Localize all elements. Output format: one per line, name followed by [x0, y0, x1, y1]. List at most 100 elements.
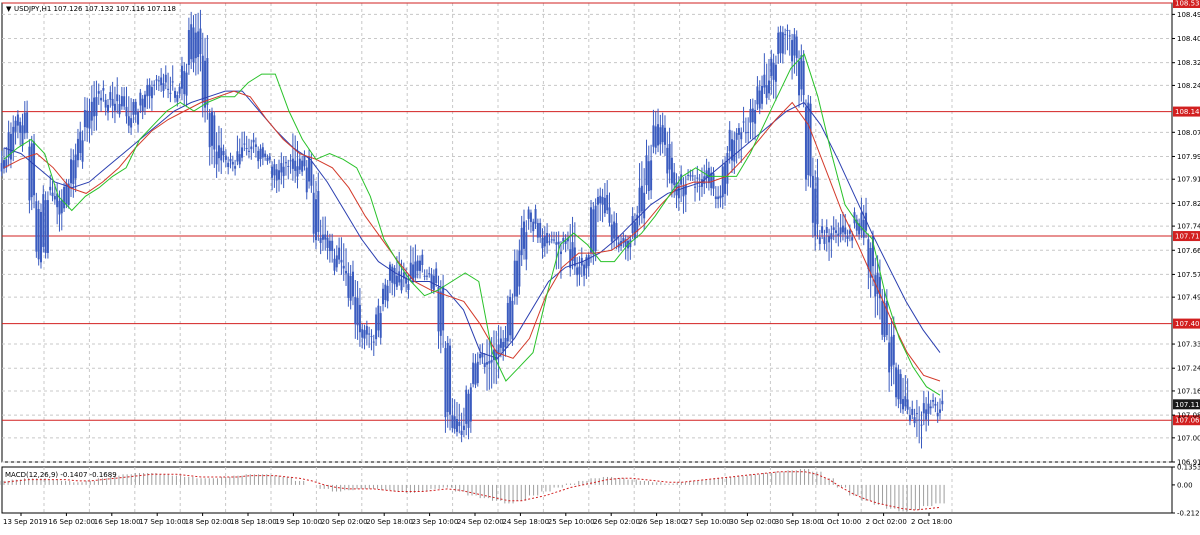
candle-body — [714, 196, 717, 200]
candle-body — [379, 313, 382, 338]
candle-body — [523, 221, 525, 249]
candle-body — [363, 330, 366, 339]
candle-body — [14, 120, 17, 132]
candle-body — [844, 227, 847, 235]
candle-body — [499, 338, 502, 348]
candle-body — [421, 254, 424, 265]
candle-body — [384, 284, 387, 300]
candle-body — [936, 412, 939, 417]
candle-body — [150, 87, 153, 99]
candle-body — [795, 36, 798, 58]
candle-body — [647, 161, 650, 192]
candle-body — [816, 177, 819, 225]
candle-body — [451, 415, 454, 428]
candle-body — [763, 74, 766, 88]
candle-body — [751, 108, 754, 123]
candle-body — [79, 131, 82, 154]
candle-body — [273, 164, 276, 176]
x-tick-label: 17 Sep 10:00 — [139, 518, 186, 526]
candle-body — [603, 197, 606, 214]
candle-body — [548, 241, 551, 243]
x-tick-label: 16 Sep 18:00 — [94, 518, 141, 526]
price-level-label: 108.53? — [1175, 0, 1200, 8]
candle-body — [222, 150, 225, 156]
candle-body — [340, 259, 343, 263]
candle-body — [234, 166, 237, 169]
candle-body — [261, 147, 264, 158]
price-level-label: 108.148 — [1175, 108, 1200, 116]
candle-body — [645, 155, 648, 186]
candle-body — [338, 247, 341, 260]
candle-body — [830, 233, 833, 240]
candle-body — [16, 114, 19, 126]
candle-body — [640, 185, 643, 212]
candle-body — [509, 296, 512, 336]
chart-canvas[interactable]: 108.53?108.148107.710107.402107.062107.1… — [0, 0, 1200, 531]
candle-body — [719, 195, 722, 199]
candle-body — [137, 111, 140, 125]
candle-body — [798, 61, 801, 96]
candle-body — [888, 342, 891, 373]
y-tick-label: 108.240 — [1177, 82, 1200, 90]
macd-readout: MACD(12,26,9) -0.1407 -0.1689 — [5, 471, 117, 479]
y-tick-label: 107.000 — [1177, 434, 1200, 442]
candle-body — [867, 239, 870, 270]
candle-body — [788, 35, 791, 37]
candle-body — [206, 58, 209, 105]
candle-body — [532, 221, 535, 232]
candle-body — [479, 353, 482, 359]
candle-body — [818, 237, 821, 245]
candle-body — [663, 127, 666, 145]
x-tick-label: 13 Sep 2019 — [3, 518, 47, 526]
candle-body — [76, 138, 79, 161]
candle-body — [758, 90, 761, 109]
candle-body — [259, 148, 262, 160]
candle-body — [814, 188, 817, 236]
candle-body — [638, 187, 641, 214]
x-tick-label: 19 Sep 10:00 — [275, 518, 322, 526]
candle-body — [224, 155, 227, 160]
trading-chart-window[interactable]: 108.53?108.148107.710107.402107.062107.1… — [0, 0, 1200, 531]
candle-body — [700, 179, 703, 187]
x-tick-label: 26 Sep 18:00 — [639, 518, 686, 526]
candle-body — [652, 125, 655, 147]
candle-body — [423, 275, 426, 277]
candle-body — [430, 274, 433, 289]
candle-body — [46, 200, 49, 253]
candle-body — [895, 367, 898, 398]
candle-body — [349, 275, 352, 301]
candle-body — [506, 302, 509, 342]
candle-body — [167, 88, 170, 90]
candle-body — [578, 266, 581, 275]
candle-body — [236, 151, 239, 162]
candle-body — [666, 147, 669, 174]
candle-body — [809, 103, 812, 177]
candle-body — [518, 250, 521, 287]
candle-body — [428, 273, 431, 275]
candle-body — [294, 160, 297, 171]
x-tick-label: 24 Sep 02:00 — [457, 518, 504, 526]
candle-body — [141, 98, 144, 112]
candle-body — [444, 348, 447, 418]
candle-body — [527, 209, 530, 219]
candle-body — [86, 110, 89, 128]
candle-body — [807, 102, 810, 176]
candle-body — [398, 271, 401, 283]
candle-body — [941, 400, 944, 405]
candle-body — [231, 161, 234, 165]
candle-body — [81, 140, 84, 162]
candle-body — [587, 255, 590, 267]
candle-body — [319, 237, 322, 243]
candle-body — [134, 101, 137, 115]
candle-body — [356, 298, 359, 326]
y-tick-label: 107.745 — [1177, 223, 1200, 231]
chart-collapse-icon[interactable]: ▼ — [6, 5, 12, 13]
candle-body — [308, 156, 311, 182]
candle-body — [536, 223, 539, 238]
candle-body — [689, 175, 692, 177]
candle-body — [472, 362, 475, 384]
y-tick-label: 108.320 — [1177, 59, 1200, 67]
candle-body — [458, 421, 461, 427]
candle-body — [513, 260, 516, 297]
candle-body — [63, 186, 66, 209]
